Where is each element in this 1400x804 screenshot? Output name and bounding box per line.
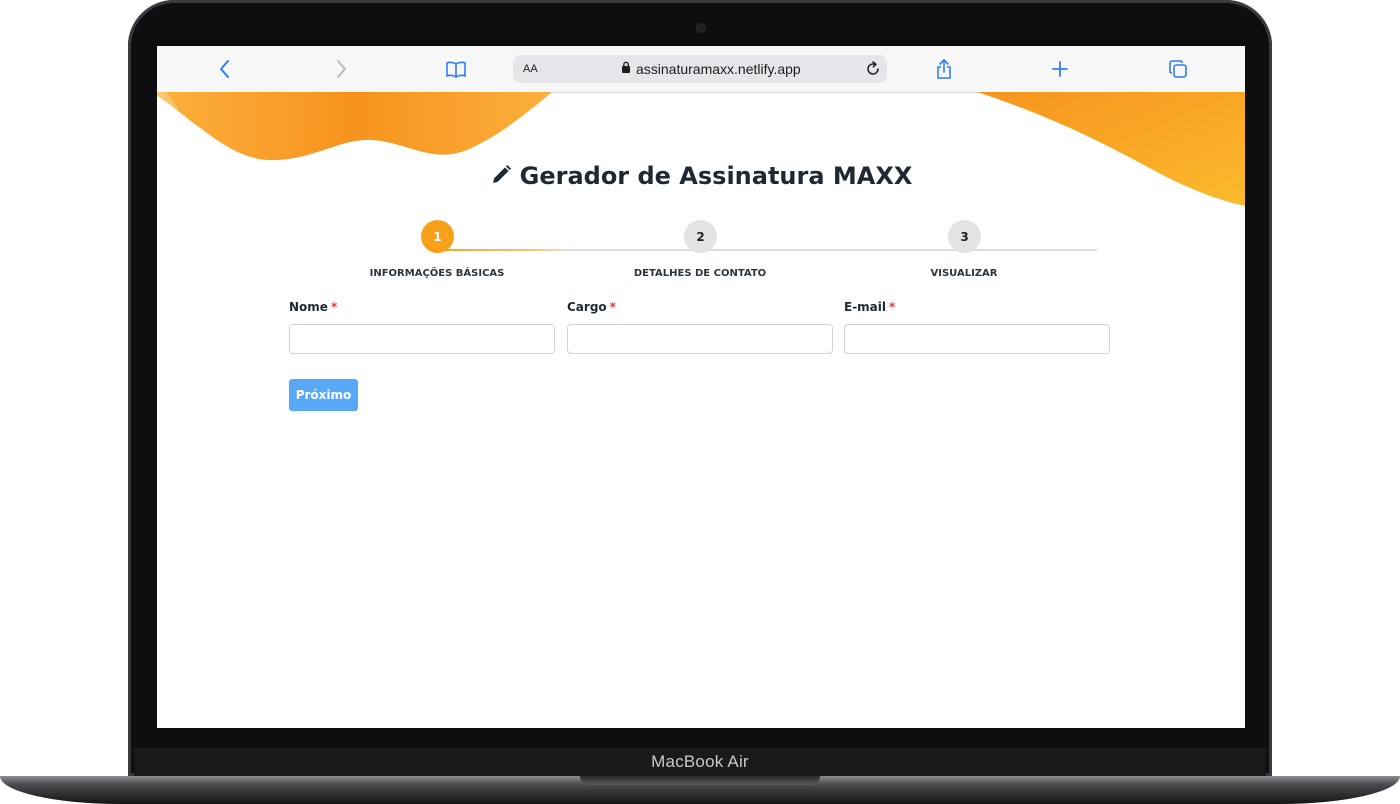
step-1-label: INFORMAÇÕES BÁSICAS: [369, 268, 505, 279]
plus-icon[interactable]: [1046, 55, 1074, 83]
page-title: Gerador de Assinatura MAXX: [157, 162, 1245, 192]
chevron-right-icon[interactable]: [327, 55, 355, 83]
next-button[interactable]: Próximo: [289, 379, 358, 411]
address-bar[interactable]: AA assinaturamaxx.netlify.app: [513, 55, 887, 83]
nome-label: Nome *: [289, 300, 337, 314]
url-text: assinaturamaxx.netlify.app: [636, 61, 801, 77]
tabs-icon[interactable]: [1164, 55, 1192, 83]
step-2-indicator: 2: [684, 220, 717, 253]
page-title-text: Gerador de Assinatura MAXX: [519, 162, 913, 190]
chevron-left-icon[interactable]: [211, 55, 239, 83]
share-icon[interactable]: [930, 55, 958, 83]
nome-label-text: Nome: [289, 300, 328, 314]
email-input[interactable]: [844, 324, 1110, 354]
web-page: Gerador de Assinatura MAXX 1 2 3 INFORMA…: [157, 92, 1245, 728]
cargo-label-text: Cargo: [567, 300, 607, 314]
pencil-icon: [490, 164, 512, 192]
browser-screen: AA assinaturamaxx.netlify.app Gerador de…: [157, 46, 1245, 728]
stepper-progress: [437, 249, 569, 251]
step-3-indicator: 3: [948, 220, 981, 253]
camera-icon: [697, 24, 705, 32]
email-label-text: E-mail: [844, 300, 887, 314]
text-size-button[interactable]: AA: [523, 55, 538, 83]
email-label: E-mail *: [844, 300, 895, 314]
required-mark: *: [609, 300, 616, 314]
device-label: MacBook Air: [651, 752, 749, 771]
step-2-label: DETALHES DE CONTATO: [633, 268, 767, 279]
laptop-notch: [580, 776, 820, 785]
required-mark: *: [889, 300, 896, 314]
cargo-label: Cargo *: [567, 300, 616, 314]
step-3-label: VISUALIZAR: [930, 268, 998, 279]
browser-toolbar: AA assinaturamaxx.netlify.app: [157, 46, 1245, 93]
nome-input[interactable]: [289, 324, 555, 354]
reload-icon[interactable]: [865, 61, 881, 82]
cargo-input[interactable]: [567, 324, 833, 354]
decorative-waves: [157, 92, 1245, 206]
lock-icon: [621, 60, 631, 78]
book-icon[interactable]: [442, 55, 470, 83]
step-1-indicator: 1: [421, 220, 454, 253]
required-mark: *: [330, 300, 338, 314]
